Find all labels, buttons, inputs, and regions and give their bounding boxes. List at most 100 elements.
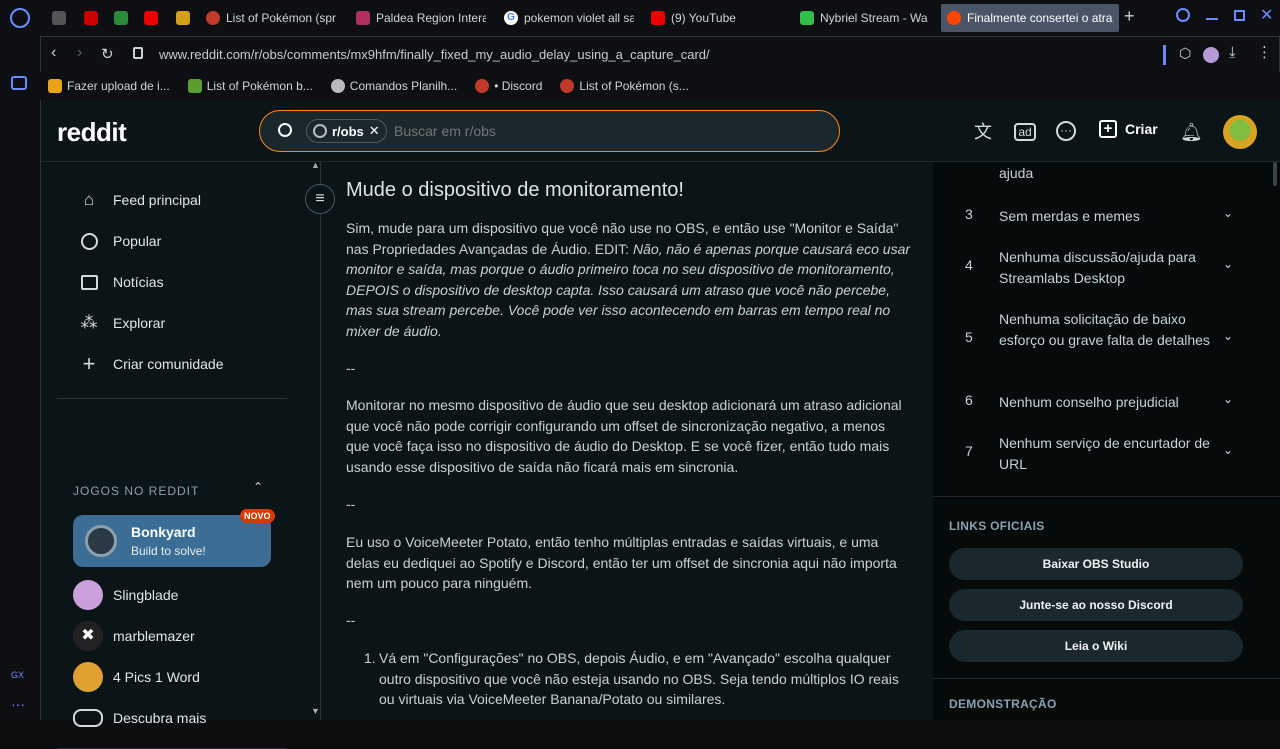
tab-9[interactable]: Nybriel Stream - Wa [800, 4, 928, 32]
rule-item[interactable]: 5 Nenhuma solicitação de baixo esforço ou… [965, 309, 1257, 371]
maximize-icon[interactable] [1234, 10, 1245, 21]
back-icon[interactable]: ‹ [51, 44, 56, 62]
links-heading: LINKS OFICIAIS [949, 519, 1045, 533]
tab-label: (9) YouTube [671, 11, 736, 25]
nav-item-home[interactable]: ⌂ Feed principal [79, 190, 201, 210]
new-tab-button[interactable]: + [1124, 6, 1135, 27]
rule-item[interactable]: 6 Nenhum conselho prejudicial ⌄ [965, 392, 1257, 414]
bookmark-item[interactable]: List of Pokémon (s... [560, 79, 689, 93]
collapse-nav-button[interactable]: ≡ [305, 184, 335, 214]
tab-3[interactable] [144, 4, 158, 32]
obs-icon [313, 124, 327, 138]
bookmark-item[interactable]: Comandos Planilh... [330, 79, 457, 93]
puzzle-icon[interactable]: ⬡ [1179, 45, 1191, 62]
rule-item[interactable]: 4 Nenhuma discussão/ajuda para Streamlabs… [965, 247, 1257, 289]
site-icon [330, 79, 345, 93]
forward-icon[interactable]: › [77, 44, 82, 62]
pokemon-icon [187, 79, 202, 93]
scroll-up-icon[interactable]: ▲ [311, 160, 320, 170]
news-icon [79, 272, 99, 292]
scrollbar-thumb[interactable] [1273, 162, 1277, 186]
search-tabs-icon[interactable] [1176, 8, 1190, 22]
rule-label: Nenhuma solicitação de baixo esforço ou … [999, 311, 1210, 348]
profile-icon[interactable] [1203, 47, 1219, 63]
nav-item-popular[interactable]: Popular [79, 231, 161, 251]
game-item[interactable]: 4 Pics 1 Word [73, 662, 200, 692]
gamepad-icon [52, 11, 66, 25]
search-input[interactable] [394, 123, 694, 139]
rule-number: 3 [965, 206, 973, 222]
games-heading: JOGOS NO REDDIT [73, 484, 200, 498]
home-icon: ⌂ [83, 190, 95, 209]
rule-item[interactable]: 7 Nenhum serviço de encurtador de URL ⌄ [965, 433, 1257, 475]
gx-label[interactable]: GX [11, 670, 24, 680]
reddit-logo[interactable]: reddit [57, 117, 127, 148]
bookmark-item[interactable]: • Discord [475, 79, 542, 93]
featured-game-card[interactable]: Bonkyard Build to solve! [73, 515, 271, 567]
tab-1[interactable] [84, 4, 98, 32]
nav-item-news[interactable]: Notícias [79, 272, 164, 292]
post-body: Mude o dispositivo de monitoramento! Sim… [346, 162, 916, 720]
game-item-discover[interactable]: Descubra mais [73, 703, 206, 733]
download-obs-button[interactable]: Baixar OBS Studio [949, 548, 1243, 580]
lock-icon[interactable] [133, 47, 143, 59]
opera-logo-icon[interactable] [10, 8, 30, 28]
rule-label: Nenhuma discussão/ajuda para Streamlabs … [999, 249, 1196, 286]
remove-chip-icon[interactable]: ✕ [369, 123, 380, 139]
pokemon-icon [560, 79, 575, 93]
reload-icon[interactable]: ↻ [101, 45, 114, 63]
rule-label: Sem merdas e memes [999, 208, 1140, 224]
subreddit-chip[interactable]: r/obs ✕ [306, 119, 387, 143]
tab-label: pokemon violet all sa [524, 11, 634, 25]
nav-label: Explorar [113, 315, 166, 331]
bell-icon[interactable]: 🔔︎ [1180, 121, 1203, 143]
tab-5[interactable]: List of Pokémon (spr [206, 4, 344, 32]
advertise-icon[interactable]: ad [1014, 123, 1036, 141]
post-paragraph: Eu uso o VoiceMeeter Potato, então tenho… [346, 534, 897, 592]
menu-icon[interactable]: ⋮ [1257, 43, 1272, 61]
bookmark-item[interactable]: List of Pokémon b... [187, 79, 313, 93]
tab-2[interactable] [114, 4, 128, 32]
rule-item[interactable]: 3 Sem merdas e memes ⌄ [965, 206, 1257, 228]
create-button[interactable]: + Criar [1099, 120, 1158, 138]
bookmark-item[interactable]: Fazer upload de i... [48, 79, 170, 93]
chevron-up-icon[interactable]: ⌃ [253, 480, 263, 494]
tab-active[interactable]: Finalmente consertei o atra [941, 4, 1119, 32]
gamepad-icon [73, 709, 103, 727]
search-icon [278, 123, 292, 137]
close-window-icon[interactable]: ✕ [1260, 5, 1273, 25]
pokemon-icon [206, 11, 220, 25]
translate-icon[interactable]: 文 [972, 121, 994, 143]
nav-item-explore[interactable]: ⁂ Explorar [79, 313, 166, 333]
scroll-down-icon[interactable]: ▼ [311, 706, 320, 716]
chevron-down-icon: ⌄ [1223, 257, 1234, 271]
tab-label: Nybriel Stream - Wa [820, 11, 928, 25]
join-discord-button[interactable]: Junte-se ao nosso Discord [949, 589, 1243, 621]
tab-6[interactable]: Paldea Region Intera [356, 4, 486, 32]
google-icon: G [504, 11, 518, 25]
nav-divider [320, 162, 321, 720]
tab-0[interactable] [52, 4, 66, 32]
youtube-icon [651, 11, 665, 25]
user-avatar[interactable] [1223, 115, 1257, 149]
tab-8[interactable]: (9) YouTube [651, 4, 781, 32]
right-sidebar: ajuda 3 Sem merdas e memes ⌄ 4 Nenhuma disc… [933, 162, 1280, 720]
chat-icon[interactable]: ··· [1056, 121, 1076, 141]
post-paragraph: Sim, mude para um dispositivo que você n… [346, 218, 912, 342]
search-bar[interactable]: r/obs ✕ [259, 110, 840, 152]
extension-icon[interactable] [11, 76, 27, 90]
nav-item-create-community[interactable]: + Criar comunidade [79, 351, 224, 376]
game-item[interactable]: Slingblade [73, 580, 178, 610]
upload-icon [48, 79, 62, 93]
bookmark-label: • Discord [494, 79, 543, 93]
divider [1163, 45, 1166, 65]
game-item[interactable]: ✖ marblemazer [73, 621, 195, 651]
read-wiki-button[interactable]: Leia o Wiki [949, 630, 1243, 662]
download-icon[interactable]: ⤓ [1229, 44, 1236, 61]
tab-4[interactable] [176, 4, 190, 32]
chevron-down-icon: ⌄ [1223, 443, 1234, 457]
url-text[interactable]: www.reddit.com/r/obs/comments/mx9hfm/fin… [159, 47, 710, 62]
tab-7[interactable]: Gpokemon violet all sa [504, 4, 634, 32]
minimize-icon[interactable] [1206, 18, 1218, 20]
more-icon[interactable]: ··· [11, 696, 25, 712]
